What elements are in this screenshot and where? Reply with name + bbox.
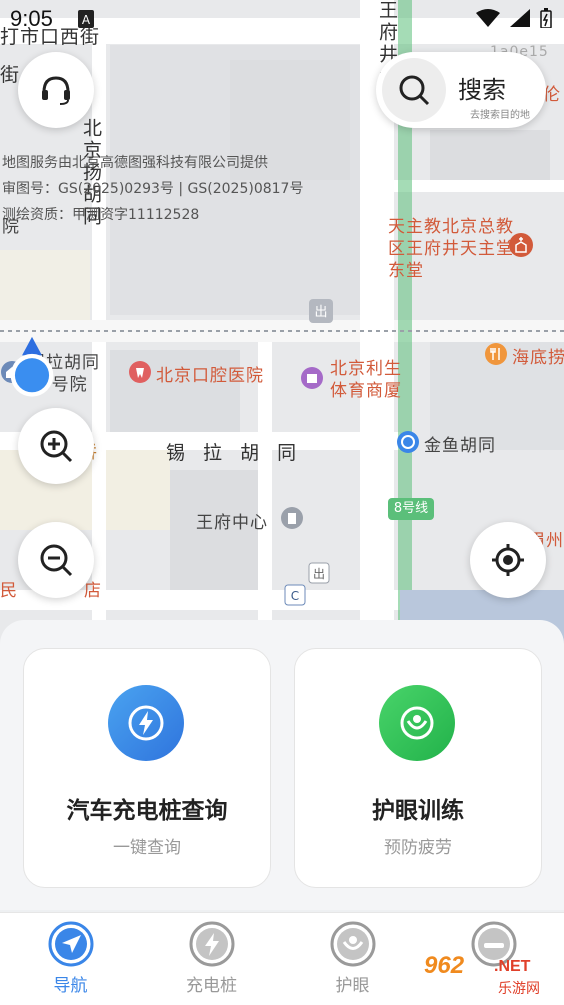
zoom-out-button[interactable] [18,522,94,598]
eye-icon-wrap [379,685,455,761]
charging-station-card[interactable]: 汽车充电桩查询 一键查询 [23,648,271,888]
poi-dental-hospital[interactable]: 北京口腔医院 [156,361,264,386]
a-notification-icon: A [78,10,94,28]
poi-wangfu-center[interactable]: 王府中心 [196,508,268,533]
battery-icon [540,8,552,28]
shop-icon [301,367,323,389]
locate-me-button[interactable] [470,522,546,598]
svg-text:C: C [291,589,299,603]
search-subtitle: 去搜索目的地 [470,110,530,121]
poi-sports-mall[interactable]: 北京利生体育商厦 [330,358,410,402]
street-label-top-left: 街 [0,64,21,86]
svg-text:A: A [82,13,91,27]
current-location-marker [10,336,54,397]
exit-icon-2: 出 [308,562,330,584]
map-credit-1: 地图服务由北京高德图强科技有限公司提供 [2,155,268,171]
building-icon [281,507,303,529]
eye-care-icon [330,921,376,967]
zoom-out-icon [40,544,73,577]
eye-icon [400,706,434,740]
feature-panel: 汽车充电桩查询 一键查询 护眼训练 预防疲劳 [0,620,564,910]
site-watermark: 962 .NET 乐游网 [424,950,564,1004]
charging-card-title: 汽车充电桩查询 [66,798,228,824]
status-bar: 9:05 A [0,0,564,38]
eye-card-title: 护眼训练 [372,798,464,824]
charging-icon [189,921,235,967]
tab-eye-care[interactable]: 护眼 [282,913,423,1005]
headset-icon [42,76,70,105]
tab-charging-label: 充电桩 [186,976,237,996]
search-icon [399,75,430,106]
church-icon [509,233,533,257]
status-time: 9:05 [10,6,53,31]
locate-icon [492,544,524,576]
street-label-xila: 锡 拉 胡 同 [166,442,303,464]
poi-min: 民 [0,581,18,601]
poi-church[interactable]: 天主教北京总教区王府井天主堂东堂 [388,216,518,282]
watermark-text: 乐游网 [498,981,540,997]
metro-line-8-badge: 8号线 [388,498,434,520]
charging-card-subtitle: 一键查询 [113,838,181,858]
signal-icon [510,9,530,27]
svg-text:出: 出 [314,305,327,320]
map-credit-3: 测绘资质：甲测资字11112528 [2,207,200,223]
exit-icon: 出 [309,299,333,323]
tab-navigation[interactable]: 导航 [0,913,141,1005]
eye-card-subtitle: 预防疲劳 [384,838,452,858]
hospital-icon [129,361,151,383]
food-icon [485,343,507,365]
metro-icon [397,431,419,453]
tab-navigation-label: 导航 [53,976,88,996]
customer-service-button[interactable] [18,52,94,128]
transit-c-icon: C [284,584,306,606]
lightning-icon [128,705,164,741]
search-icon-wrap [382,58,446,122]
lightning-icon-wrap [108,685,184,761]
wifi-icon [476,9,500,27]
tab-eye-care-label: 护眼 [335,976,370,996]
zoom-in-icon [40,430,73,463]
poi-haidilao[interactable]: 海底捞 [512,343,564,368]
eye-training-card[interactable]: 护眼训练 预防疲劳 [294,648,542,888]
map-credit-2: 审图号：GS(2025)0293号 | GS(2025)0817号 [2,181,304,197]
watermark-number: 962 [424,952,465,979]
tab-charging[interactable]: 充电桩 [141,913,282,1005]
watermark-net: .NET [494,958,531,975]
zoom-in-button[interactable] [18,408,94,484]
navigation-icon [48,921,94,967]
poi-jinyu-hutong[interactable]: 金鱼胡同 [424,431,496,456]
search-box[interactable]: 搜索 去搜索目的地 [376,52,546,128]
svg-text:出: 出 [313,567,325,581]
search-title: 搜索 [458,76,506,104]
poi-yuan: 院 [2,217,20,237]
